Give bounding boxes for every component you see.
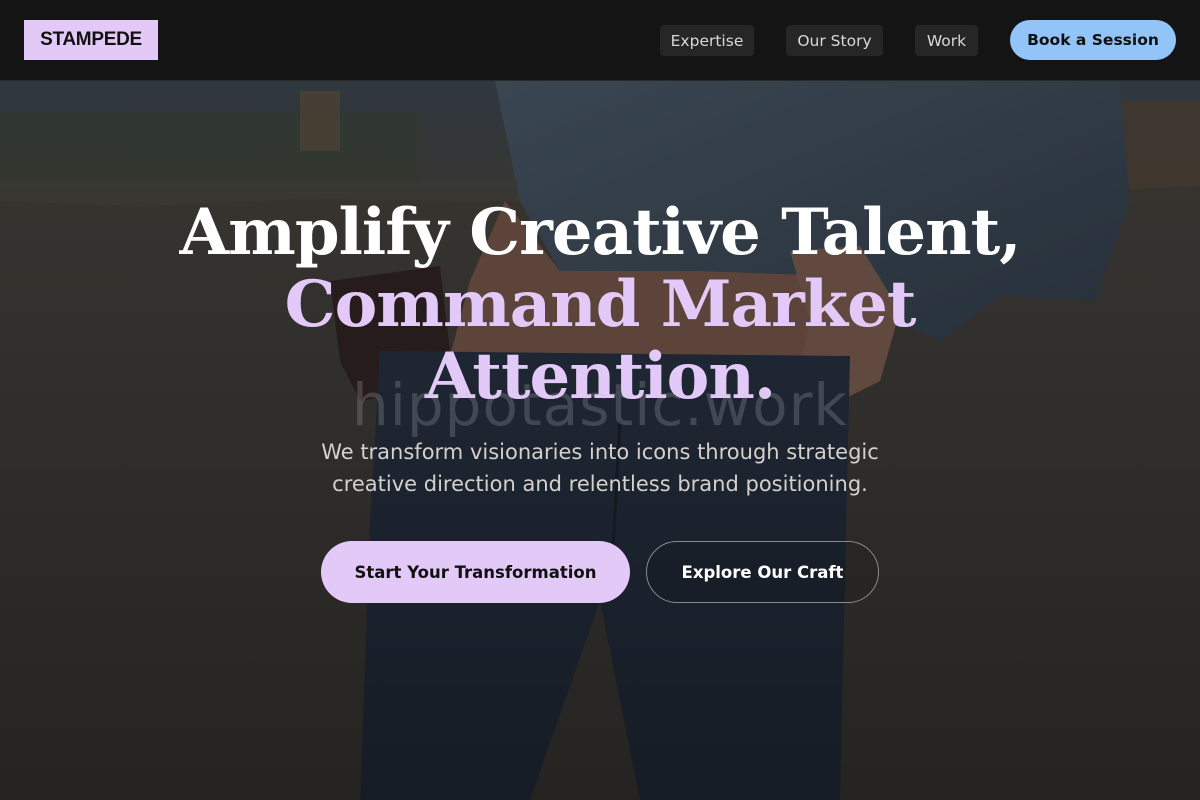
logo[interactable]: STAMPEDE (24, 20, 158, 60)
watermark-text: hippotastic.work (351, 371, 849, 439)
headline-line-2: Command Market (284, 267, 917, 342)
headline-line-1: Amplify Creative Talent, (179, 195, 1021, 270)
start-transformation-button[interactable]: Start Your Transformation (321, 541, 630, 603)
explore-craft-button[interactable]: Explore Our Craft (646, 541, 879, 603)
book-session-button[interactable]: Book a Session (1010, 20, 1176, 60)
nav-link-expertise[interactable]: Expertise (660, 25, 754, 56)
site-header: STAMPEDE Expertise Our Story Work Book a… (0, 0, 1200, 81)
hero-subtitle: We transform visionaries into icons thro… (321, 440, 879, 496)
hero-section: Amplify Creative Talent, Command Market … (0, 81, 1200, 800)
nav-link-our-story[interactable]: Our Story (786, 25, 883, 56)
nav-link-work[interactable]: Work (915, 25, 978, 56)
